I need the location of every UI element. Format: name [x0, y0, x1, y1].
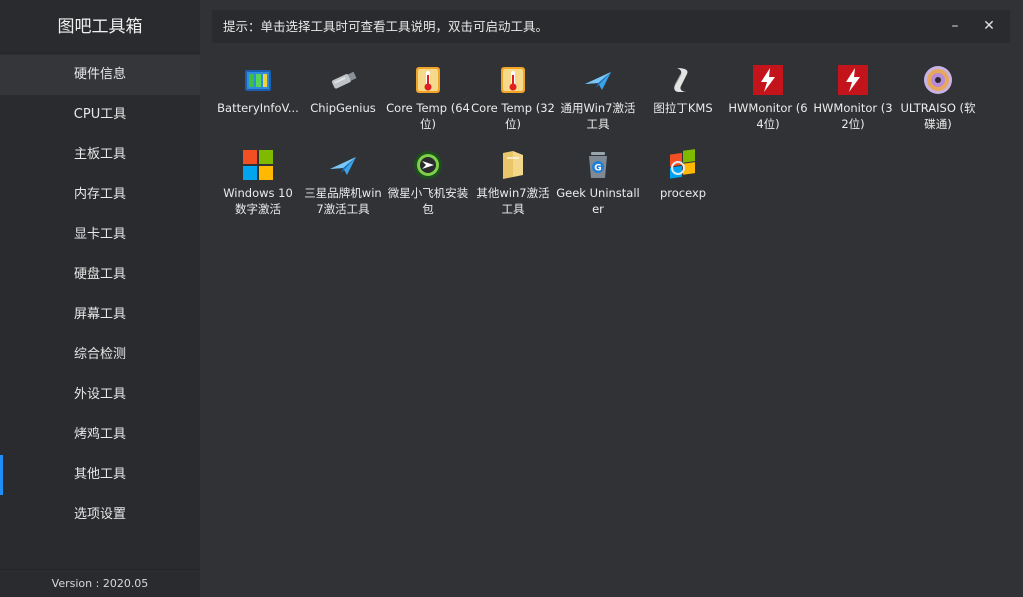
tool-tulading-kms[interactable]: 图拉丁KMS	[641, 64, 725, 116]
tool-label: procexp	[659, 186, 707, 200]
scroll-icon	[674, 68, 688, 92]
sidebar-item-disk-tools[interactable]: 硬盘工具	[0, 255, 200, 295]
tool-procexp[interactable]: procexp	[641, 149, 725, 201]
sidebar-item-motherboard-tools[interactable]: 主板工具	[0, 135, 200, 175]
tool-label: Core Temp (32位)	[471, 101, 555, 131]
tool-label: ULTRAISO (软碟通)	[900, 101, 976, 131]
tool-other-win7-activators[interactable]: 其他win7激活工具	[471, 149, 555, 217]
sidebar-item-gpu-tools[interactable]: 显卡工具	[0, 215, 200, 255]
close-button[interactable]: ✕	[974, 10, 1004, 43]
sidebar-item-settings[interactable]: 选项设置	[0, 495, 200, 535]
hint-bar: 提示：单击选择工具时可查看工具说明，双击可启动工具。 – ✕	[212, 10, 1010, 43]
trash-icon: G	[589, 152, 607, 178]
sidebar-item-memory-tools[interactable]: 内存工具	[0, 175, 200, 215]
sidebar-item-hardware-info[interactable]: 硬件信息	[0, 55, 200, 95]
hint-text: 提示：单击选择工具时可查看工具说明，双击可启动工具。	[223, 19, 549, 34]
hwmonitor-icon	[753, 65, 783, 95]
paper-plane-icon	[585, 72, 611, 90]
thermometer-icon	[416, 67, 440, 93]
usb-drive-icon	[331, 71, 357, 89]
tool-label: 微星小飞机安装包	[387, 186, 469, 216]
tool-label: Windows 10 数字激活	[223, 186, 293, 216]
sidebar: 图吧工具箱 硬件信息 CPU工具 主板工具 内存工具 显卡工具 硬盘工具 屏幕工…	[0, 0, 200, 597]
tool-geek-uninstaller[interactable]: G Geek Uninstaller	[556, 149, 640, 217]
app-title: 图吧工具箱	[0, 0, 200, 53]
sidebar-item-screen-tools[interactable]: 屏幕工具	[0, 295, 200, 335]
tool-label: Core Temp (64位)	[386, 101, 470, 131]
disc-icon	[924, 66, 952, 94]
sidebar-item-other-tools[interactable]: 其他工具	[0, 455, 200, 495]
sidebar-menu: 硬件信息 CPU工具 主板工具 内存工具 显卡工具 硬盘工具 屏幕工具 综合检测…	[0, 55, 200, 535]
tool-label: BatteryInfoV...	[217, 101, 299, 115]
tool-coretemp-32[interactable]: Core Temp (32位)	[471, 64, 555, 132]
tool-ultraiso[interactable]: ULTRAISO (软碟通)	[896, 64, 980, 132]
process-explorer-icon	[670, 149, 695, 179]
windows-logo-icon	[243, 150, 273, 180]
thermometer-icon	[501, 67, 525, 93]
tool-chipgenius[interactable]: ChipGenius	[301, 64, 385, 116]
tool-label: 其他win7激活工具	[476, 186, 550, 216]
tool-label: ChipGenius	[310, 101, 376, 115]
paper-plane-icon	[330, 157, 356, 175]
tool-label: HWMonitor (32位)	[813, 101, 893, 131]
tool-samsung-win7-activator[interactable]: 三星品牌机win7激活工具	[301, 149, 385, 217]
version-label: Version : 2020.05	[0, 569, 200, 597]
sidebar-item-comprehensive-test[interactable]: 综合检测	[0, 335, 200, 375]
tool-label: 图拉丁KMS	[653, 101, 713, 115]
tool-hwmonitor-32[interactable]: HWMonitor (32位)	[811, 64, 895, 132]
tool-batteryinfoview[interactable]: BatteryInfoV...	[216, 64, 300, 116]
tool-label: Geek Uninstaller	[556, 186, 640, 216]
hwmonitor-icon	[838, 65, 868, 95]
sidebar-item-stress-tools[interactable]: 烤鸡工具	[0, 415, 200, 455]
tool-label: 通用Win7激活工具	[560, 101, 636, 131]
tool-coretemp-64[interactable]: Core Temp (64位)	[386, 64, 470, 132]
sidebar-item-peripheral-tools[interactable]: 外设工具	[0, 375, 200, 415]
tool-label: 三星品牌机win7激活工具	[304, 186, 382, 216]
tool-win10-activation[interactable]: Windows 10 数字激活	[216, 149, 300, 217]
sidebar-item-cpu-tools[interactable]: CPU工具	[0, 95, 200, 135]
tool-win7-activator[interactable]: 通用Win7激活工具	[556, 64, 640, 132]
svg-text:G: G	[594, 164, 601, 174]
folder-icon	[503, 151, 523, 179]
minimize-button[interactable]: –	[940, 10, 970, 43]
afterburner-icon	[414, 151, 442, 179]
battery-icon	[245, 70, 271, 91]
tool-msi-afterburner[interactable]: 微星小飞机安装包	[386, 149, 470, 217]
tool-label: HWMonitor (64位)	[728, 101, 808, 131]
tool-hwmonitor-64[interactable]: HWMonitor (64位)	[726, 64, 810, 132]
